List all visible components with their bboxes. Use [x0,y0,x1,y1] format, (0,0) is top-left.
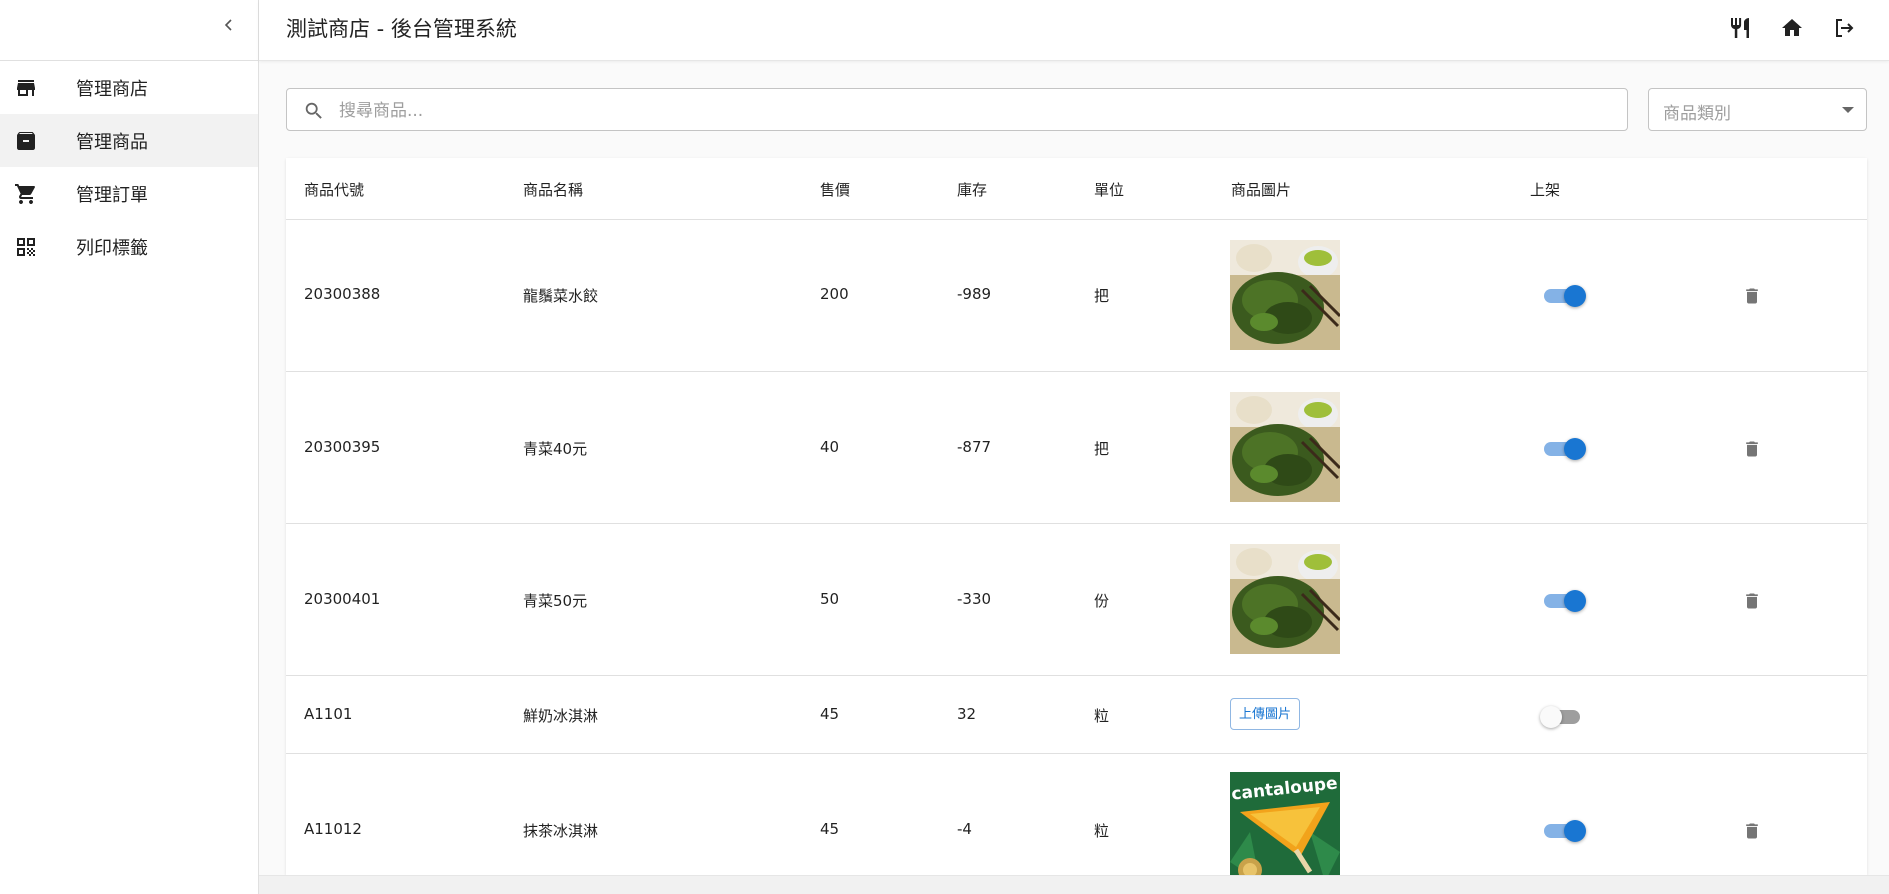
archive-box-icon [14,129,38,153]
product-name: 龍鬚菜水餃 [523,287,599,305]
product-image[interactable]: cantaloupe [1230,772,1340,875]
restaurant-button[interactable] [1725,13,1755,43]
trash-icon [1746,823,1758,839]
product-code: A11012 [304,820,362,838]
home-icon [1782,19,1802,36]
product-code: 20300401 [304,590,381,608]
column-header-image: 商品圖片 [1231,181,1292,199]
sidebar-item-label: 管理訂單 [76,184,148,206]
collapse-sidebar-button[interactable] [214,10,244,40]
sidebar-item-manage-store[interactable]: 管理商店 [0,61,258,114]
column-header-stock: 庫存 [957,181,988,199]
product-image[interactable] [1230,392,1340,502]
products-table: 商品代號 商品名稱 售價 庫存 單位 商品圖片 上架 20300388 龍鬚菜水… [286,158,1867,875]
product-price: 45 [820,820,840,838]
logout-button[interactable] [1829,13,1859,43]
delete-button[interactable] [1737,281,1767,311]
product-stock: 32 [957,705,977,723]
sidebar-item-label: 管理商店 [76,78,148,100]
sidebar-item-manage-orders[interactable]: 管理訂單 [0,167,258,220]
table-row: 20300388 龍鬚菜水餃 200 -989 把 [286,220,1867,372]
bottom-scroll-area [259,875,1889,894]
listed-switch[interactable] [1540,704,1584,730]
listed-switch[interactable] [1540,588,1586,614]
page-title: 測試商店 - 後台管理系統 [286,17,517,41]
product-code: 20300388 [304,285,381,303]
trash-icon [1746,593,1758,609]
sidebar-header [0,0,258,61]
trash-icon [1746,441,1758,457]
search-field[interactable] [286,88,1628,132]
delete-button[interactable] [1737,586,1767,616]
delete-button[interactable] [1737,816,1767,846]
product-stock: -4 [957,820,972,838]
dropdown-arrow-icon [1842,107,1854,113]
home-button[interactable] [1777,13,1807,43]
column-header-unit: 單位 [1094,181,1125,199]
search-input[interactable] [337,89,1611,132]
trash-icon [1746,288,1758,304]
table-header: 商品代號 商品名稱 售價 庫存 單位 商品圖片 上架 [286,158,1867,220]
product-code: 20300395 [304,438,381,456]
product-code: A1101 [304,705,353,723]
column-header-price: 售價 [820,181,851,199]
sidebar-nav: 管理商店 管理商品 管理訂單 列印標籤 [0,61,258,273]
product-stock: -877 [957,438,992,456]
product-price: 45 [820,705,840,723]
product-name: 青菜40元 [523,440,588,458]
category-select[interactable]: 商品類別 [1648,88,1867,131]
sidebar-item-label: 管理商品 [76,131,148,153]
product-unit: 把 [1094,287,1110,305]
table-row: 20300395 青菜40元 40 -877 把 [286,372,1867,524]
shopping-cart-icon [14,182,38,206]
table-row: A11012 抹茶冰淇淋 45 -4 粒 cantaloupe [286,754,1867,875]
column-header-listed: 上架 [1530,181,1561,199]
table-row: 20300401 青菜50元 50 -330 份 [286,524,1867,676]
product-price: 40 [820,438,840,456]
product-unit: 粒 [1094,822,1110,840]
search-icon [305,102,322,119]
product-unit: 把 [1094,440,1110,458]
product-price: 200 [820,285,849,303]
column-header-code: 商品代號 [304,181,365,199]
product-unit: 粒 [1094,707,1110,725]
product-price: 50 [820,590,840,608]
product-stock: -330 [957,590,992,608]
listed-switch[interactable] [1540,283,1586,309]
sidebar-item-label: 列印標籤 [76,237,148,259]
sidebar: 管理商店 管理商品 管理訂單 列印標籤 [0,0,259,894]
table-row: A1101 鮮奶冰淇淋 45 32 粒 上傳圖片 [286,676,1867,754]
fork-knife-icon [1731,18,1749,38]
product-unit: 份 [1094,592,1110,610]
upload-image-button[interactable]: 上傳圖片 [1230,698,1301,730]
logout-icon [1836,19,1854,37]
product-name: 鮮奶冰淇淋 [523,707,599,725]
delete-button[interactable] [1737,434,1767,464]
product-image[interactable] [1230,240,1340,350]
sidebar-item-print-labels[interactable]: 列印標籤 [0,220,258,273]
listed-switch[interactable] [1540,436,1586,462]
product-name: 抹茶冰淇淋 [523,822,599,840]
top-app-bar: 測試商店 - 後台管理系統 [259,0,1889,61]
category-select-placeholder: 商品類別 [1663,104,1731,124]
store-icon [14,76,38,100]
sidebar-item-manage-products[interactable]: 管理商品 [0,114,258,167]
product-stock: -989 [957,285,992,303]
chevron-left-icon [224,19,232,31]
product-image[interactable] [1230,544,1340,654]
qr-code-icon [14,235,38,259]
product-name: 青菜50元 [523,592,588,610]
column-header-name: 商品名稱 [523,181,584,199]
listed-switch[interactable] [1540,818,1586,844]
